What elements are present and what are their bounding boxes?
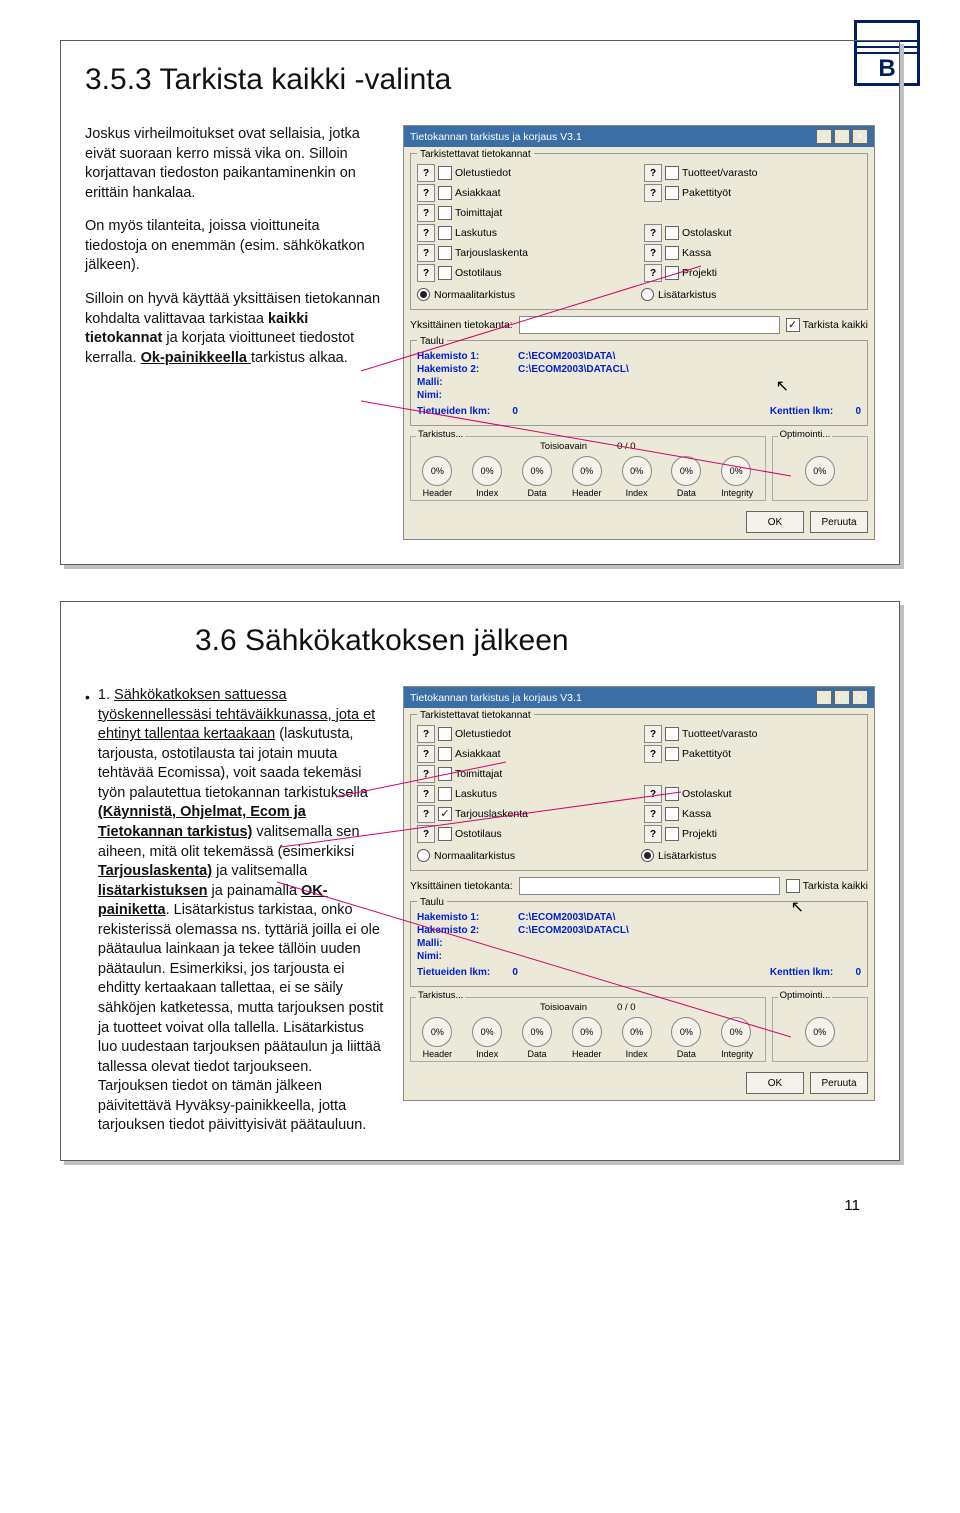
help-icon[interactable]: ? xyxy=(417,805,435,823)
minimize-button[interactable]: _ xyxy=(816,129,832,144)
radio-extra[interactable] xyxy=(641,849,654,862)
checkbox-ostotilaus[interactable] xyxy=(438,266,452,280)
slide-1-text: Joskus virheilmoitukset ovat sellaisia, … xyxy=(85,125,385,382)
checkbox-ostolaskut[interactable] xyxy=(665,226,679,240)
checkbox-all[interactable] xyxy=(786,879,800,893)
slide-2-text: • 1. Sähkökatkoksen sattuessa työskennel… xyxy=(85,686,385,1136)
ok-button[interactable]: OK xyxy=(746,1072,804,1094)
help-icon[interactable]: ? xyxy=(417,745,435,763)
help-icon[interactable]: ? xyxy=(417,244,435,262)
cancel-button[interactable]: Peruuta xyxy=(810,1072,868,1094)
page-number: 11 xyxy=(60,1197,900,1214)
app-window-2: Tietokannan tarkistus ja korjaus V3.1 _ … xyxy=(403,686,875,1101)
help-icon[interactable]: ? xyxy=(644,805,662,823)
single-db-label: Yksittäinen tietokanta: xyxy=(410,880,513,892)
slide-2-title: 3.6 Sähkökatkoksen jälkeen xyxy=(195,624,875,658)
group-optimointi: Optimointi... 0% xyxy=(772,997,868,1062)
checkbox-projekti[interactable] xyxy=(665,827,679,841)
slide-2: 3.6 Sähkökatkoksen jälkeen • 1. Sähkökat… xyxy=(60,601,900,1161)
group-databases: Tarkistettavat tietokannat ?Oletustiedot… xyxy=(410,153,868,310)
cancel-button[interactable]: Peruuta xyxy=(810,511,868,533)
checkbox-laskutus[interactable] xyxy=(438,226,452,240)
single-db-label: Yksittäinen tietokanta: xyxy=(410,319,513,331)
help-icon[interactable]: ? xyxy=(417,825,435,843)
single-db-field[interactable] xyxy=(519,877,780,895)
app-window-1: Tietokannan tarkistus ja korjaus V3.1 _ … xyxy=(403,125,875,540)
help-icon[interactable]: ? xyxy=(417,765,435,783)
slide-1-title: 3.5.3 Tarkista kaikki -valinta xyxy=(85,63,875,97)
help-icon[interactable]: ? xyxy=(417,785,435,803)
checkbox-pakettityot[interactable] xyxy=(665,747,679,761)
radio-extra[interactable] xyxy=(641,288,654,301)
checkbox-asiakkaat[interactable] xyxy=(438,186,452,200)
help-icon[interactable]: ? xyxy=(417,224,435,242)
help-icon[interactable]: ? xyxy=(644,224,662,242)
checkbox-tarjouslaskenta[interactable] xyxy=(438,246,452,260)
checkbox-ostolaskut[interactable] xyxy=(665,787,679,801)
help-icon[interactable]: ? xyxy=(644,725,662,743)
help-icon[interactable]: ? xyxy=(644,184,662,202)
checkbox-pakettityot[interactable] xyxy=(665,186,679,200)
ok-button[interactable]: OK xyxy=(746,511,804,533)
help-icon[interactable]: ? xyxy=(644,745,662,763)
single-db-field[interactable] xyxy=(519,316,780,334)
checkbox-toimittajat[interactable] xyxy=(438,767,452,781)
checkbox-oletustiedot[interactable] xyxy=(438,166,452,180)
window-title: Tietokannan tarkistus ja korjaus V3.1 xyxy=(410,131,582,143)
checkbox-toimittajat[interactable] xyxy=(438,206,452,220)
checkbox-tuotteet[interactable] xyxy=(665,166,679,180)
titlebar: Tietokannan tarkistus ja korjaus V3.1 _ … xyxy=(404,687,874,708)
group-taulu: Taulu Hakemisto 1:C:\ECOM2003\DATA\ Hake… xyxy=(410,901,868,987)
help-icon[interactable]: ? xyxy=(644,825,662,843)
maximize-button[interactable]: □ xyxy=(834,690,850,705)
slide-1: 3.5.3 Tarkista kaikki -valinta Joskus vi… xyxy=(60,40,900,565)
titlebar: Tietokannan tarkistus ja korjaus V3.1 _ … xyxy=(404,126,874,147)
db-grid: ?Oletustiedot ?Tuotteet/varasto ?Asiakka… xyxy=(417,164,861,282)
checkbox-kassa[interactable] xyxy=(665,807,679,821)
checkbox-all[interactable] xyxy=(786,318,800,332)
radio-normal[interactable] xyxy=(417,849,430,862)
group-taulu: Taulu Hakemisto 1:C:\ECOM2003\DATA\ Hake… xyxy=(410,340,868,426)
group-optimointi: Optimointi... 0% xyxy=(772,436,868,501)
help-icon[interactable]: ? xyxy=(417,264,435,282)
minimize-button[interactable]: _ xyxy=(816,690,832,705)
help-icon[interactable]: ? xyxy=(417,184,435,202)
radio-normal[interactable] xyxy=(417,288,430,301)
help-icon[interactable]: ? xyxy=(644,164,662,182)
help-icon[interactable]: ? xyxy=(417,164,435,182)
help-icon[interactable]: ? xyxy=(644,244,662,262)
checkbox-kassa[interactable] xyxy=(665,246,679,260)
checkbox-tuotteet[interactable] xyxy=(665,727,679,741)
checkbox-laskutus[interactable] xyxy=(438,787,452,801)
bullet-marker: • xyxy=(85,686,90,1136)
checkbox-ostotilaus[interactable] xyxy=(438,827,452,841)
help-icon[interactable]: ? xyxy=(417,204,435,222)
group-tarkistus: Tarkistus... Toisioavain0 / 0 0%Header 0… xyxy=(410,997,766,1062)
maximize-button[interactable]: □ xyxy=(834,129,850,144)
close-button[interactable]: × xyxy=(852,690,868,705)
checkbox-asiakkaat[interactable] xyxy=(438,747,452,761)
group-tarkistus: Tarkistus... Toisioavain0 / 0 0%Header 0… xyxy=(410,436,766,501)
help-icon[interactable]: ? xyxy=(417,725,435,743)
help-icon[interactable]: ? xyxy=(644,264,662,282)
close-button[interactable]: × xyxy=(852,129,868,144)
help-icon[interactable]: ? xyxy=(644,785,662,803)
window-title: Tietokannan tarkistus ja korjaus V3.1 xyxy=(410,692,582,704)
checkbox-projekti[interactable] xyxy=(665,266,679,280)
checkbox-oletustiedot[interactable] xyxy=(438,727,452,741)
db-grid: ?Oletustiedot ?Tuotteet/varasto ?Asiakka… xyxy=(417,725,861,843)
group-databases: Tarkistettavat tietokannat ?Oletustiedot… xyxy=(410,714,868,871)
checkbox-tarjouslaskenta[interactable] xyxy=(438,807,452,821)
